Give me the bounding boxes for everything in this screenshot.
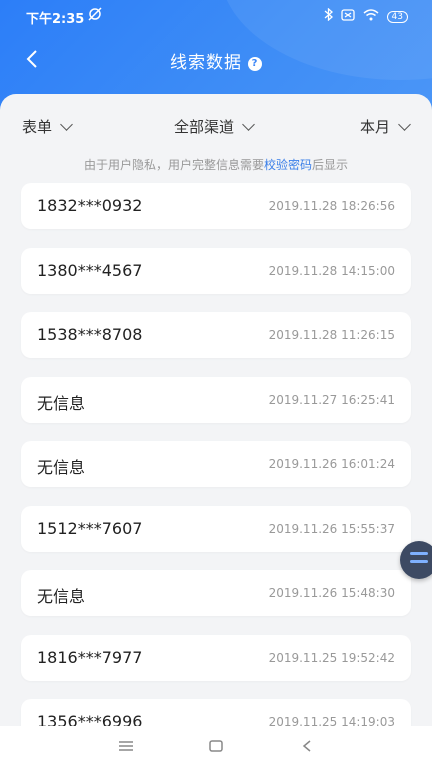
lead-contact: 1816***7977 — [37, 647, 143, 667]
lead-card[interactable]: 无信息 2019.11.26 15:48:30 — [21, 570, 411, 616]
lead-time: 2019.11.28 11:26:15 — [268, 328, 395, 342]
lead-card[interactable]: 1538***8708 2019.11.28 11:26:15 — [21, 312, 411, 358]
wifi-icon — [363, 8, 379, 25]
battery-indicator: 43 — [386, 10, 408, 23]
lead-contact: 1832***0932 — [37, 196, 143, 215]
lead-time: 2019.11.26 16:01:24 — [268, 457, 395, 471]
chevron-down-icon — [60, 118, 73, 131]
sim-icon — [340, 8, 355, 25]
back-nav-icon[interactable] — [300, 738, 314, 757]
lead-card[interactable]: 1816***7977 2019.11.25 19:52:42 — [21, 634, 411, 681]
channel-filter-dropdown[interactable]: 全部渠道 — [174, 116, 255, 137]
lead-time: 2019.11.28 14:15:00 — [268, 263, 395, 278]
chevron-down-icon — [242, 118, 255, 131]
lead-contact: 无信息 — [37, 458, 86, 477]
privacy-notice-suffix: 后显示 — [312, 158, 349, 172]
lead-time: 2019.11.26 15:48:30 — [268, 586, 395, 600]
lead-contact: 无信息 — [37, 587, 86, 606]
bluetooth-icon — [324, 7, 333, 25]
status-time: 下午2:35 — [26, 12, 85, 27]
privacy-notice-text: 由于用户隐私，用户完整信息需要 — [83, 158, 264, 172]
lead-card[interactable]: 无信息 2019.11.26 16:01:24 — [21, 441, 411, 487]
assistant-bar — [410, 552, 428, 555]
home-icon[interactable] — [208, 738, 224, 757]
content-sheet: 表单 全部渠道 本月 由于用户隐私，用户完整信息需要校验密码后显示 1832**… — [0, 94, 432, 768]
filter-bar: 表单 全部渠道 本月 — [0, 112, 432, 140]
lead-contact: 1538***8708 — [37, 325, 143, 344]
form-filter-label: 表单 — [22, 118, 53, 136]
system-nav-bar — [0, 726, 432, 768]
verify-password-link[interactable]: 校验密码 — [264, 158, 312, 172]
menu-icon[interactable] — [118, 738, 134, 757]
floating-assistant-icon[interactable] — [400, 541, 432, 579]
lead-time: 2019.11.25 19:52:42 — [268, 650, 395, 665]
lead-contact: 无信息 — [37, 393, 86, 413]
lead-time: 2019.11.28 18:26:56 — [268, 199, 395, 213]
lead-card[interactable]: 1832***0932 2019.11.28 18:26:56 — [21, 183, 411, 229]
form-filter-dropdown[interactable]: 表单 — [22, 116, 73, 137]
status-bar: 下午2:35 43 — [0, 0, 432, 30]
channel-filter-label: 全部渠道 — [174, 118, 235, 136]
lead-card[interactable]: 无信息 2019.11.27 16:25:41 — [21, 376, 411, 423]
period-filter-label: 本月 — [360, 118, 391, 136]
alarm-off-icon — [88, 7, 102, 25]
page-title: 线索数据? — [0, 48, 432, 73]
help-icon[interactable]: ? — [248, 57, 262, 71]
period-filter-dropdown[interactable]: 本月 — [360, 116, 411, 137]
page-title-text: 线索数据 — [170, 53, 242, 73]
nav-bar: 线索数据? — [0, 40, 432, 80]
assistant-bar — [410, 560, 428, 563]
lead-time: 2019.11.27 16:25:41 — [268, 392, 395, 407]
lead-contact: 1380***4567 — [37, 260, 143, 280]
lead-card[interactable]: 1380***4567 2019.11.28 14:15:00 — [21, 247, 411, 294]
lead-contact: 1512***7607 — [37, 518, 143, 538]
chevron-down-icon — [398, 118, 411, 131]
privacy-notice: 由于用户隐私，用户完整信息需要校验密码后显示 — [0, 156, 432, 173]
lead-card[interactable]: 1512***7607 2019.11.26 15:55:37 — [21, 505, 411, 552]
lead-time: 2019.11.26 15:55:37 — [268, 521, 395, 536]
